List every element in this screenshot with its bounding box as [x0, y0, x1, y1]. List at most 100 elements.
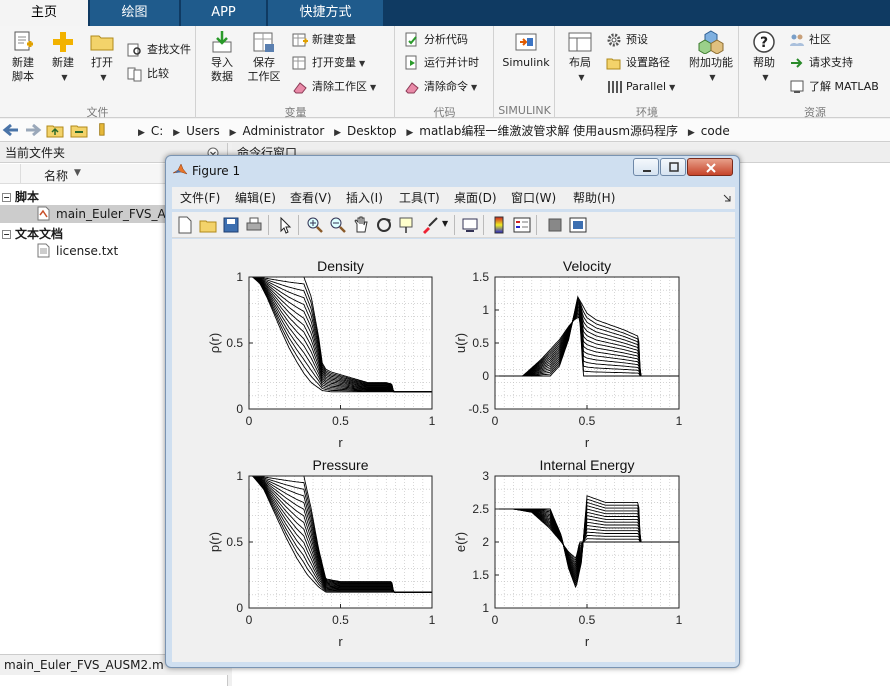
data-cursor-icon[interactable] — [398, 216, 416, 234]
x-axis-label: r — [338, 435, 343, 450]
breadcrumb-item[interactable]: matlab编程一维激波管求解 使用ausm源码程序 — [419, 124, 678, 138]
layout-button[interactable]: 布局 ▼ — [558, 30, 602, 98]
save-icon[interactable] — [222, 216, 240, 234]
breadcrumb-item[interactable]: code — [701, 124, 730, 138]
browse-folder-icon[interactable] — [70, 122, 88, 138]
root-folder-icon[interactable] — [96, 121, 114, 137]
x-tick-label: 0.5 — [332, 613, 349, 627]
clear-commands-button[interactable]: 清除命令 ▼ — [404, 77, 477, 97]
find-files-label: 查找文件 — [147, 43, 191, 56]
y-axis-label: ρ(r) — [207, 333, 222, 353]
open-button[interactable]: 打开 ▼ — [80, 30, 124, 98]
colorbar-icon[interactable] — [490, 216, 508, 234]
figure-canvas[interactable]: 0 0.5 1 0 0.5 1 Density r ρ(r) 0 0.5 1 -0.5 0 0.5 1 1.5 V… — [172, 239, 735, 662]
parallel-button[interactable]: Parallel ▼ — [606, 77, 675, 97]
compare-button[interactable]: 比较 — [127, 64, 169, 84]
forward-arrow-icon[interactable] — [24, 122, 42, 138]
analyze-code-button[interactable]: 分析代码 — [404, 30, 468, 50]
preferences-button[interactable]: 预设 — [606, 30, 648, 50]
up-folder-icon[interactable] — [46, 122, 64, 138]
save-workspace-button[interactable]: 保存 工作区 — [242, 30, 286, 98]
maximize-button[interactable] — [660, 158, 686, 176]
group-label-code: 代码 — [433, 106, 456, 119]
collapse-icon[interactable]: − — [2, 230, 11, 239]
addons-label: 附加功能 — [689, 56, 733, 69]
set-path-button[interactable]: 设置路径 — [606, 53, 670, 73]
print-icon[interactable] — [245, 216, 263, 234]
new-label: 新建 — [52, 56, 74, 69]
subplots: 0 0.5 100.51Densityrρ(r)0 0.5 1-0.500.511.5V… — [207, 258, 683, 649]
clear-workspace-button[interactable]: 清除工作区 ▼ — [292, 77, 376, 97]
breadcrumb-item[interactable]: Administrator — [242, 124, 324, 138]
request-support-button[interactable]: 请求支持 — [789, 53, 853, 73]
community-button[interactable]: 社区 — [789, 30, 831, 50]
ribbon-group-variable: 导入 数据 保存 工作区 新建变量 打开变量 ▼ 清除工作区 ▼ 变量 — [197, 26, 395, 119]
menu-edit[interactable]: 编辑(E) — [235, 187, 276, 209]
tab-apps[interactable]: APP — [181, 0, 267, 26]
zoom-in-icon[interactable] — [306, 216, 324, 234]
menu-file[interactable]: 文件(F) — [180, 187, 220, 209]
run-and-time-button[interactable]: 运行并计时 — [404, 53, 479, 73]
x-tick-label: 0 — [246, 414, 253, 428]
figure-window[interactable]: Figure 1 文件(F) 编辑(E) 查看(V) 插入(I) 工具(T) 桌… — [165, 155, 740, 668]
breadcrumb-item[interactable]: C: — [151, 124, 163, 138]
new-figure-icon[interactable] — [176, 216, 194, 234]
collapse-icon[interactable]: − — [2, 193, 11, 202]
dock-arrow-icon[interactable] — [723, 194, 731, 202]
breadcrumb-item[interactable]: Desktop — [347, 124, 397, 138]
link-plot-icon[interactable] — [461, 216, 479, 234]
open-file-icon[interactable] — [199, 216, 217, 234]
column-name-header[interactable]: 名称 — [44, 167, 68, 184]
group-label-file: 文件 — [86, 106, 109, 119]
breadcrumb-item[interactable]: Users — [186, 124, 220, 138]
run-and-time-icon — [405, 55, 417, 70]
new-variable-button[interactable]: 新建变量 — [292, 30, 356, 50]
minimize-button[interactable] — [633, 158, 659, 176]
save-workspace-icon — [253, 32, 274, 52]
help-button[interactable]: ? 帮助 ▼ — [742, 30, 786, 98]
figure-toolbar: ▼ — [172, 212, 735, 238]
find-files-button[interactable]: 查找文件 — [127, 40, 191, 60]
hide-plot-tools-icon[interactable] — [546, 216, 564, 234]
chevron-down-icon[interactable]: ▼ — [442, 219, 448, 228]
y-tick-label: 2.5 — [472, 502, 489, 516]
menu-desktop[interactable]: 桌面(D) — [454, 187, 497, 209]
rotate-3d-icon[interactable] — [375, 216, 393, 234]
breadcrumb-separator: ▶ — [687, 128, 695, 138]
group-scripts[interactable]: − 脚本 — [2, 188, 39, 205]
clear-commands-label: 清除命令 — [424, 80, 468, 93]
ribbon-group-environment: 布局 ▼ 预设 设置路径 Parallel ▼ 附加功能 ▼ 环境 — [556, 26, 739, 119]
zoom-out-icon[interactable] — [329, 216, 347, 234]
close-button[interactable] — [687, 158, 733, 176]
menu-window[interactable]: 窗口(W) — [511, 187, 556, 209]
addons-button[interactable]: 附加功能 ▼ — [686, 30, 736, 98]
menu-insert[interactable]: 插入(I) — [346, 187, 383, 209]
x-tick-label: 1 — [429, 414, 436, 428]
learn-matlab-button[interactable]: 了解 MATLAB — [789, 77, 879, 97]
menu-help[interactable]: 帮助(H) — [573, 187, 615, 209]
pan-hand-icon[interactable] — [352, 216, 370, 234]
back-arrow-icon[interactable] — [2, 122, 20, 138]
subplot-title: Density — [317, 258, 364, 274]
analyze-code-label: 分析代码 — [424, 33, 468, 46]
brush-icon[interactable] — [421, 216, 439, 234]
tab-shortcuts[interactable]: 快捷方式 — [268, 0, 384, 26]
legend-icon[interactable] — [513, 216, 531, 234]
pointer-icon[interactable] — [276, 216, 294, 234]
y-tick-label: 1 — [482, 601, 489, 615]
simulink-button[interactable]: Simulink — [499, 30, 553, 98]
new-script-button[interactable]: 新建 脚本 — [1, 30, 45, 98]
menu-tools[interactable]: 工具(T) — [399, 187, 440, 209]
open-variable-button[interactable]: 打开变量 ▼ — [292, 53, 365, 73]
menu-view[interactable]: 查看(V) — [290, 187, 332, 209]
group-text-documents[interactable]: − 文本文档 — [2, 225, 63, 242]
show-plot-tools-icon[interactable] — [569, 216, 587, 234]
y-tick-label: 0 — [236, 601, 243, 615]
x-axis-label: r — [585, 634, 590, 649]
tab-home[interactable]: 主页 — [0, 0, 89, 26]
layout-label: 布局 — [569, 56, 591, 69]
tab-plots[interactable]: 绘图 — [90, 0, 180, 26]
figure-menubar: 文件(F) 编辑(E) 查看(V) 插入(I) 工具(T) 桌面(D) 窗口(W… — [172, 187, 735, 209]
import-data-button[interactable]: 导入 数据 — [200, 30, 244, 98]
new-button[interactable]: 新建 ▼ — [41, 30, 85, 98]
